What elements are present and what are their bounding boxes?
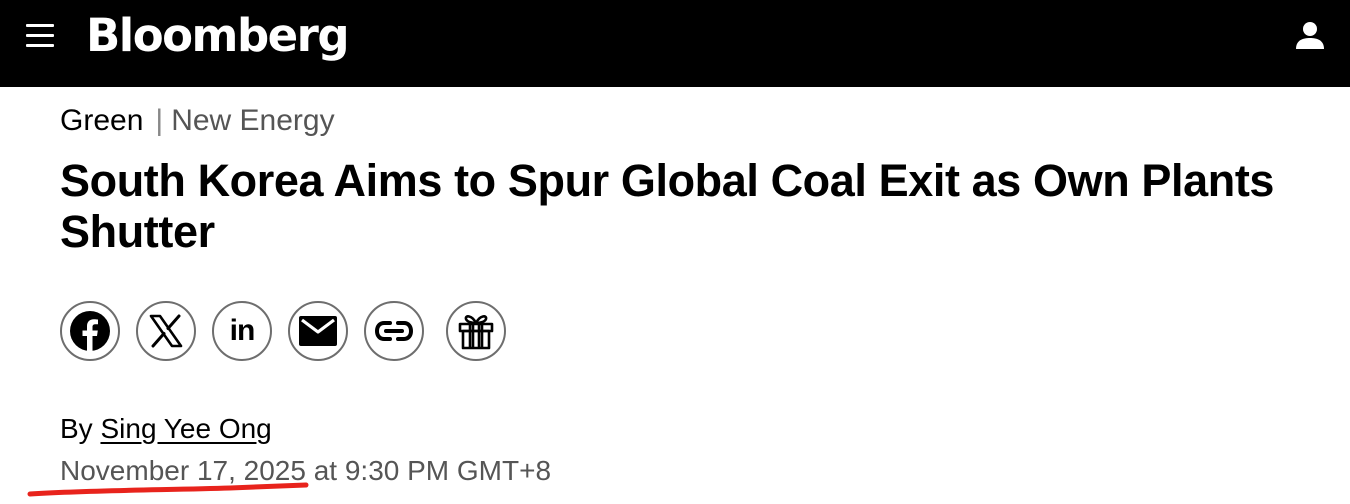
byline: By Sing Yee Ong xyxy=(60,411,272,447)
article-headline: South Korea Aims to Spur Global Coal Exi… xyxy=(60,155,1275,257)
share-linkedin-button[interactable]: in xyxy=(212,301,272,361)
author-link[interactable]: Sing Yee Ong xyxy=(100,413,271,444)
subcategory-link[interactable]: New Energy xyxy=(171,104,334,137)
copy-link-button[interactable] xyxy=(364,301,424,361)
link-icon xyxy=(374,321,414,341)
top-navigation-bar: Bloomberg xyxy=(0,0,1350,87)
x-icon xyxy=(149,314,183,348)
kicker-separator: | xyxy=(155,104,164,137)
share-email-button[interactable] xyxy=(288,301,348,361)
red-underline-annotation xyxy=(27,482,309,497)
share-x-button[interactable] xyxy=(136,301,196,361)
hamburger-menu-icon[interactable] xyxy=(26,24,54,48)
category-link[interactable]: Green xyxy=(60,104,143,137)
gift-icon xyxy=(458,315,494,350)
bloomberg-logo[interactable]: Bloomberg xyxy=(86,6,350,66)
email-icon xyxy=(299,316,337,346)
share-facebook-button[interactable] xyxy=(60,301,120,361)
publish-time: at 9:30 PM GMT+8 xyxy=(305,455,552,486)
article-kicker: Green | New Energy xyxy=(60,102,335,140)
byline-prefix: By xyxy=(60,413,93,444)
user-icon[interactable] xyxy=(1294,20,1326,52)
facebook-icon xyxy=(70,311,110,351)
gift-article-button[interactable] xyxy=(446,301,506,361)
linkedin-icon: in xyxy=(229,314,256,347)
